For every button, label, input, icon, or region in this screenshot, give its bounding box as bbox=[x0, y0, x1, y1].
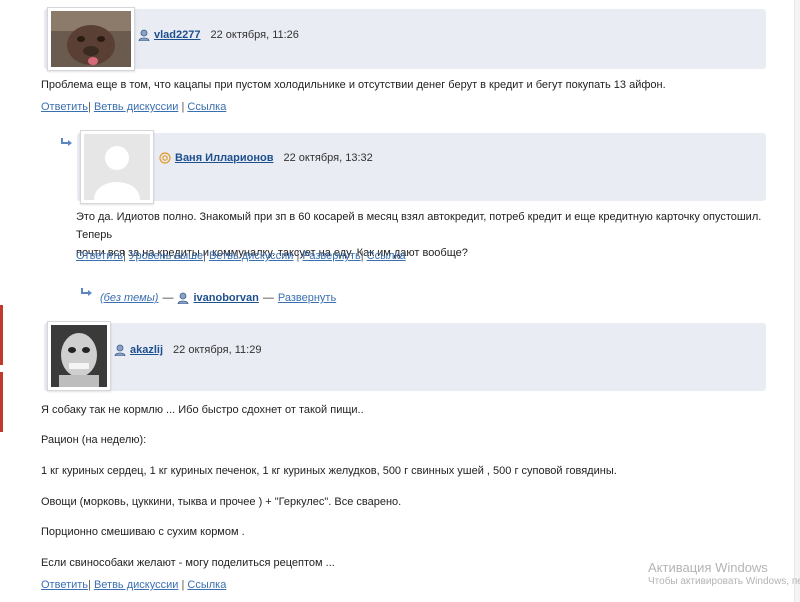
comment-paragraph: Порционно смешиваю с сухим кормом . bbox=[41, 526, 245, 538]
comment-date: 22 октября, 11:29 bbox=[173, 344, 262, 356]
comment-paragraph: 1 кг куриных сердец, 1 кг куриных печено… bbox=[41, 465, 617, 477]
username-link[interactable]: ivanoborvan bbox=[193, 292, 258, 304]
comment-paragraph: Овощи (морковь, цуккини, тыква и прочее … bbox=[41, 496, 402, 508]
comment-meta: vlad2277 22 октября, 11:26 bbox=[138, 29, 299, 42]
parent-link[interactable]: Уровень выше bbox=[129, 250, 203, 262]
reply-arrow-icon bbox=[81, 288, 92, 296]
comment-actions: Ответить| Ветвь дискуссии | Ссылка bbox=[41, 101, 227, 113]
comment-paragraph: Рацион (на неделю): bbox=[41, 434, 147, 446]
permalink-link[interactable]: Ссылка bbox=[367, 250, 406, 262]
comment-text: Проблема еще в том, что кацапы при пусто… bbox=[41, 79, 666, 91]
page-left-edge bbox=[0, 0, 3, 602]
reply-link[interactable]: Ответить bbox=[76, 250, 123, 262]
comment-meta: Ваня Илларионов 22 октября, 13:32 bbox=[159, 152, 373, 164]
comment-date: 22 октября, 11:26 bbox=[210, 29, 299, 41]
user-icon bbox=[114, 344, 126, 357]
comment-actions: Ответить| Уровень выше| Ветвь дискуссии … bbox=[76, 250, 406, 262]
comment-meta: akazlij 22 октября, 11:29 bbox=[114, 344, 262, 357]
comment-actions: Ответить| Ветвь дискуссии | Ссылка bbox=[41, 579, 227, 591]
user-icon bbox=[138, 29, 150, 42]
vk-icon bbox=[159, 152, 171, 164]
user-icon bbox=[177, 292, 189, 305]
comment-date: 22 октября, 13:32 bbox=[283, 152, 373, 164]
username-link[interactable]: Ваня Илларионов bbox=[175, 152, 274, 164]
windows-activation-title: Активация Windows bbox=[648, 560, 768, 575]
permalink-link[interactable]: Ссылка bbox=[187, 101, 226, 113]
thread-link[interactable]: Ветвь дискуссии bbox=[94, 101, 178, 113]
reply-link[interactable]: Ответить bbox=[41, 101, 88, 113]
username-link[interactable]: akazlij bbox=[130, 344, 163, 356]
comment-paragraph: Если свинособаки желают - могу поделитьс… bbox=[41, 557, 335, 569]
permalink-link[interactable]: Ссылка bbox=[187, 579, 226, 591]
thread-link[interactable]: Ветвь дискуссии bbox=[209, 250, 293, 262]
username-link[interactable]: vlad2277 bbox=[154, 29, 200, 41]
left-edge-accent bbox=[0, 305, 3, 365]
separator: — bbox=[162, 292, 174, 304]
scrollbar-track[interactable] bbox=[794, 0, 800, 602]
comment-header bbox=[44, 323, 766, 391]
comment-paragraph: Я собаку так не кормлю ... Ибо быстро сд… bbox=[41, 404, 364, 416]
windows-activation-subtitle: Чтобы активировать Windows, пе bbox=[648, 576, 800, 587]
avatar[interactable] bbox=[47, 7, 135, 71]
avatar[interactable] bbox=[47, 321, 111, 391]
comment-text-line: Это да. Идиотов полно. Знакомый при зп в… bbox=[76, 211, 762, 241]
expand-link[interactable]: Развернуть bbox=[278, 292, 336, 304]
separator: — bbox=[262, 292, 274, 304]
collapsed-comment-row: (без темы) — ivanoborvan — Развернуть bbox=[100, 292, 336, 305]
left-edge-accent bbox=[0, 372, 3, 432]
avatar[interactable] bbox=[80, 130, 154, 204]
thread-link[interactable]: Ветвь дискуссии bbox=[94, 579, 178, 591]
subject-link[interactable]: (без темы) bbox=[100, 292, 158, 304]
expand-link[interactable]: Развернуть bbox=[302, 250, 360, 262]
reply-link[interactable]: Ответить bbox=[41, 579, 88, 591]
comment-header bbox=[77, 133, 766, 201]
reply-arrow-icon bbox=[61, 138, 72, 146]
